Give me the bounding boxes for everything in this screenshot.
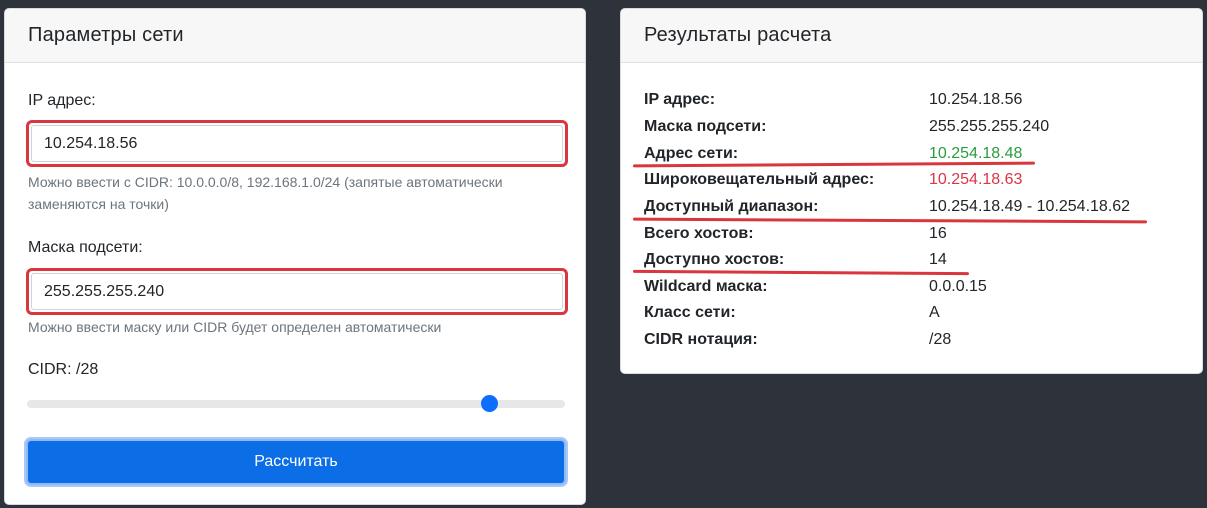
cidr-slider-thumb[interactable] — [481, 395, 498, 412]
cidr-label: CIDR: /28 — [28, 361, 99, 378]
result-value: 10.254.18.48 — [929, 145, 1023, 162]
result-value: A — [929, 304, 940, 321]
network-params-title: Параметры сети — [28, 24, 184, 46]
results-header: Результаты расчета — [621, 9, 1202, 63]
result-value: 14 — [929, 251, 947, 268]
result-key: Доступный диапазон: — [644, 198, 819, 215]
result-value: 16 — [929, 225, 947, 242]
ip-input[interactable] — [31, 125, 563, 162]
result-key: Адрес сети: — [644, 145, 739, 162]
result-row-mask: Маска подсети: 255.255.255.240 — [644, 118, 1184, 144]
network-params-header: Параметры сети — [5, 9, 585, 63]
mask-input[interactable] — [31, 273, 563, 310]
ip-help-text: Можно ввести с CIDR: 10.0.0.0/8, 192.168… — [28, 174, 503, 212]
result-key: Доступно хостов: — [644, 251, 785, 268]
result-value: /28 — [929, 331, 952, 348]
result-value: 10.254.18.56 — [929, 91, 1023, 108]
result-key: Wildcard маска: — [644, 278, 768, 295]
network-params-card: Параметры сети IP адрес: Можно ввести с … — [4, 8, 586, 505]
result-key: CIDR нотация: — [644, 331, 758, 348]
calculate-button[interactable]: Рассчитать — [26, 439, 566, 485]
result-row-wildcard: Wildcard маска: 0.0.0.15 — [644, 278, 1184, 304]
result-value: 10.254.18.49 - 10.254.18.62 — [929, 198, 1131, 215]
result-key: Всего хостов: — [644, 225, 754, 242]
ip-field-highlight — [26, 120, 568, 167]
result-key: IP адрес: — [644, 91, 716, 108]
mask-help-text: Можно ввести маску или CIDR будет опреде… — [28, 319, 442, 335]
result-row-broadcast: Широковещательный адрес: 10.254.18.63 — [644, 171, 1184, 197]
results-card: Результаты расчета IP адрес: 10.254.18.5… — [620, 8, 1203, 374]
result-value: 0.0.0.15 — [929, 278, 987, 295]
results-title: Результаты расчета — [644, 24, 832, 46]
result-row-class: Класс сети: A — [644, 304, 1184, 330]
result-row-network-address: Адрес сети: 10.254.18.48 — [644, 145, 1184, 171]
ip-label: IP адрес: — [28, 92, 96, 109]
result-value: 10.254.18.63 — [929, 171, 1023, 188]
result-row-total-hosts: Всего хостов: 16 — [644, 225, 1184, 251]
mask-field-highlight — [26, 268, 568, 315]
result-row-cidr: CIDR нотация: /28 — [644, 331, 1184, 357]
result-key: Маска подсети: — [644, 118, 767, 135]
result-key: Класс сети: — [644, 304, 736, 321]
result-key: Широковещательный адрес: — [644, 171, 875, 188]
mask-label: Маска подсети: — [28, 239, 143, 256]
result-value: 255.255.255.240 — [929, 118, 1050, 135]
result-row-ip: IP адрес: 10.254.18.56 — [644, 91, 1184, 117]
